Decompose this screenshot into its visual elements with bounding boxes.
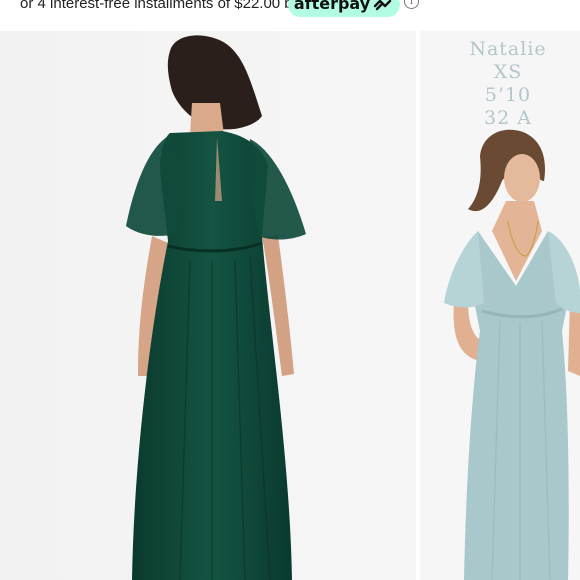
afterpay-logo-icon [373,0,392,10]
afterpay-label: afterpay [293,0,371,13]
dress-photo-back-view [0,31,416,580]
model-bust: 32 A [484,107,532,129]
afterpay-badge[interactable]: afterpay [288,0,400,17]
payment-info-bar: or 4 interest-free installments of $22.0… [0,0,580,22]
installment-text: or 4 interest-free installments of $22.0… [20,0,301,12]
product-image-back-view[interactable] [0,31,416,580]
model-height: 5’10 [484,84,532,106]
info-icon[interactable]: i [404,0,419,9]
model-info: Natalie XS 5’10 32 A [420,38,580,130]
model-name: Natalie [469,38,547,60]
model-size: XS [493,61,523,83]
